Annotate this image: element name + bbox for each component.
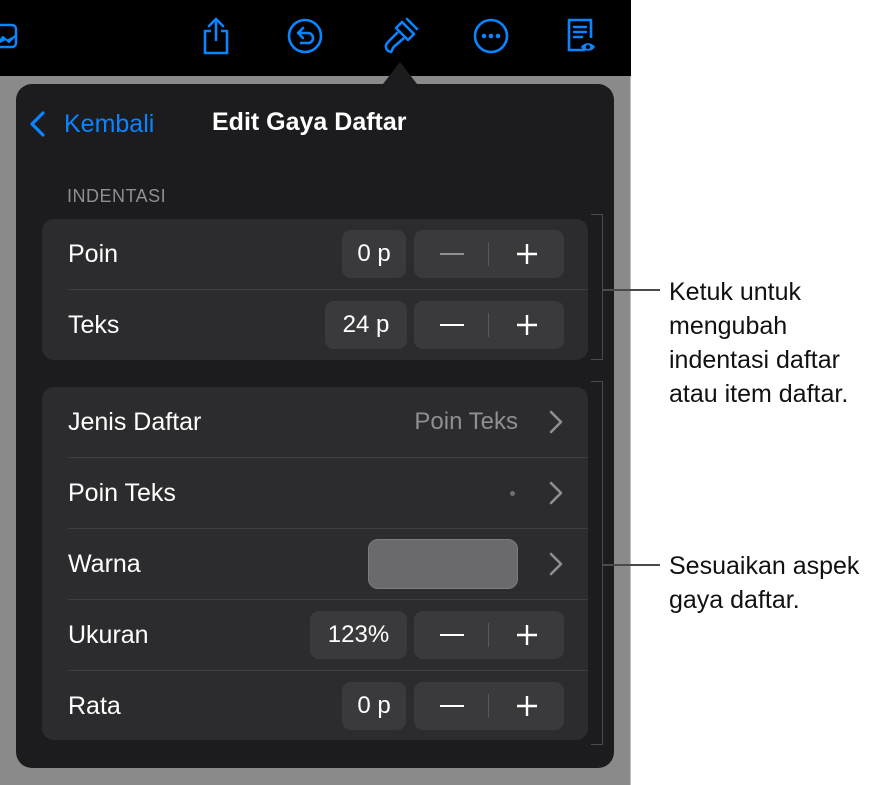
minus-icon xyxy=(439,634,464,636)
indent-row-text: Teks 24 p xyxy=(42,290,588,361)
back-button[interactable]: Kembali xyxy=(28,106,154,142)
section-header-indent: INDENTASI xyxy=(67,186,167,206)
align-value[interactable]: 0 p xyxy=(342,682,406,730)
callout-line-indent xyxy=(603,289,660,291)
plus-icon xyxy=(516,315,537,335)
toolbar xyxy=(0,0,631,76)
row-label: Rata xyxy=(68,692,121,720)
chevron-right-icon xyxy=(549,481,563,505)
chevron-right-icon xyxy=(549,552,563,576)
plus-icon xyxy=(516,244,537,264)
plus-icon xyxy=(516,696,537,716)
row-label: Warna xyxy=(68,550,141,578)
row-label: Teks xyxy=(68,311,120,339)
increment-button[interactable] xyxy=(489,301,564,349)
size-value[interactable]: 123% xyxy=(310,611,407,659)
share-icon[interactable] xyxy=(196,14,236,58)
reader-view-icon[interactable] xyxy=(560,14,600,58)
more-icon[interactable] xyxy=(471,14,511,58)
list-type-row[interactable]: Jenis Daftar Poin Teks xyxy=(42,387,588,458)
callout-bracket-style xyxy=(591,381,603,745)
minus-icon xyxy=(439,324,464,326)
bullet-indent-stepper xyxy=(414,230,564,278)
decrement-button[interactable] xyxy=(414,682,489,730)
callout-line-style xyxy=(603,564,660,566)
row-label: Ukuran xyxy=(68,621,149,649)
size-row: Ukuran 123% xyxy=(42,600,588,671)
callout-line-text: indentasi daftar xyxy=(669,346,840,374)
minus-icon xyxy=(439,705,464,707)
decrement-button[interactable] xyxy=(414,301,489,349)
callout-indent: Ketuk untuk mengubah indentasi daftar at… xyxy=(669,275,848,411)
align-stepper xyxy=(414,682,564,730)
list-type-value: Poin Teks xyxy=(414,408,518,435)
bullet-indent-value[interactable]: 0 p xyxy=(342,230,406,278)
minus-icon xyxy=(439,253,464,255)
row-label: Poin Teks xyxy=(68,479,176,507)
callout-bracket-indent xyxy=(591,214,603,360)
callout-line-text: gaya daftar. xyxy=(669,586,800,614)
chevron-right-icon xyxy=(549,410,563,434)
indent-row-bullet: Poin 0 p xyxy=(42,219,588,290)
bullet-text-row[interactable]: Poin Teks xyxy=(42,458,588,529)
color-row[interactable]: Warna xyxy=(42,529,588,600)
size-stepper xyxy=(414,611,564,659)
decrement-button[interactable] xyxy=(414,230,489,278)
increment-button[interactable] xyxy=(489,682,564,730)
row-label: Jenis Daftar xyxy=(68,408,202,436)
increment-button[interactable] xyxy=(489,611,564,659)
increment-button[interactable] xyxy=(489,230,564,278)
callout-line-text: Ketuk untuk xyxy=(669,278,802,306)
callout-style: Sesuaikan aspek gaya daftar. xyxy=(669,549,859,617)
app-edge-divider xyxy=(630,0,631,785)
callout-line-text: mengubah xyxy=(669,312,788,340)
undo-icon[interactable] xyxy=(285,14,325,58)
format-brush-icon[interactable] xyxy=(380,14,420,58)
color-well[interactable] xyxy=(368,539,518,589)
decrement-button[interactable] xyxy=(414,611,489,659)
callout-line-text: atau item daftar. xyxy=(669,380,849,408)
list-style-group: Jenis Daftar Poin Teks Poin Teks Warna U… xyxy=(42,387,588,740)
chevron-left-icon xyxy=(28,109,50,139)
media-icon[interactable] xyxy=(0,14,26,58)
popover-arrow xyxy=(383,62,417,84)
indent-group: Poin 0 p Teks 24 p xyxy=(42,219,588,360)
text-indent-stepper xyxy=(414,301,564,349)
plus-icon xyxy=(516,625,537,645)
callout-line-text: Sesuaikan aspek xyxy=(669,552,860,580)
text-indent-value[interactable]: 24 p xyxy=(325,301,407,349)
row-label: Poin xyxy=(68,240,119,268)
align-row: Rata 0 p xyxy=(42,671,588,742)
back-label: Kembali xyxy=(64,109,155,138)
bullet-preview-icon xyxy=(510,491,515,496)
page-title: Edit Gaya Daftar xyxy=(212,108,407,136)
